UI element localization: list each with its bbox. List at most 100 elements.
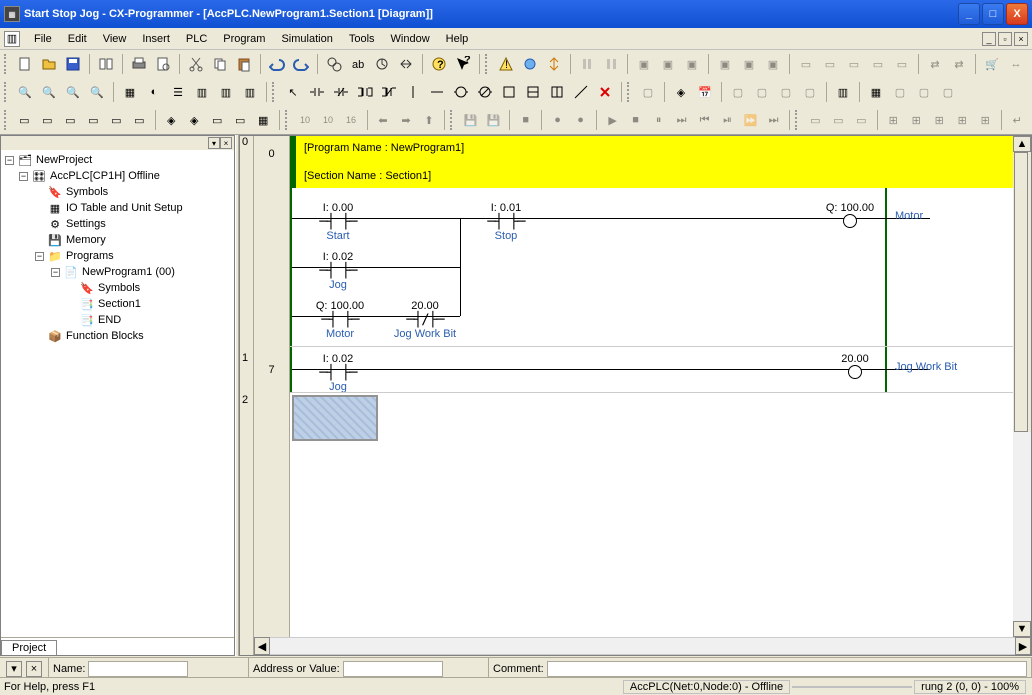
scroll-up-button[interactable]: ▲ — [1013, 136, 1031, 152]
tool-a7-button[interactable]: ▢ — [799, 81, 821, 103]
stop2-button[interactable]: ■ — [625, 109, 646, 131]
play-button[interactable]: ▶ — [602, 109, 623, 131]
menu-file[interactable]: File — [26, 31, 60, 47]
open-button[interactable] — [38, 53, 60, 75]
cross-ref-button[interactable] — [395, 53, 417, 75]
row-b1-button[interactable]: ▭ — [805, 109, 826, 131]
tool-a5-button[interactable]: ▢ — [751, 81, 773, 103]
view1-button[interactable]: ▥ — [191, 81, 213, 103]
project-tab[interactable]: Project — [1, 640, 57, 655]
stop-label[interactable]: Stop — [476, 230, 536, 242]
online-button[interactable] — [519, 53, 541, 75]
menu-simulation[interactable]: Simulation — [273, 31, 340, 47]
slot4-button[interactable]: ▭ — [867, 53, 889, 75]
nav3-button[interactable]: ⬆ — [418, 109, 439, 131]
num10b-button[interactable]: 10 — [318, 109, 339, 131]
slot2-button[interactable]: ▭ — [819, 53, 841, 75]
stop-button[interactable]: ■ — [515, 109, 536, 131]
scroll-down-button[interactable]: ▼ — [1013, 621, 1031, 637]
row-b2-button[interactable]: ▭ — [828, 109, 849, 131]
win6-button[interactable]: ▭ — [129, 109, 150, 131]
row-b8-button[interactable]: ⊞ — [975, 109, 996, 131]
upload-button[interactable]: ▣ — [633, 53, 655, 75]
zoom-out-button[interactable]: 🔍 — [38, 81, 60, 103]
sidebar-dock-button[interactable]: ▾ — [208, 137, 220, 149]
help-button[interactable]: ? — [428, 53, 450, 75]
tree-programs[interactable]: Programs — [66, 250, 114, 262]
prog4-button[interactable]: ▭ — [230, 109, 251, 131]
fb3-button[interactable] — [546, 81, 568, 103]
tool-a2-button[interactable]: ◈ — [670, 81, 692, 103]
line-tool-button[interactable] — [570, 81, 592, 103]
toggle1-button[interactable]: ◐ — [143, 81, 165, 103]
paste-button[interactable] — [233, 53, 255, 75]
row-b7-button[interactable]: ⊞ — [952, 109, 973, 131]
nav1-button[interactable]: ⬅ — [372, 109, 393, 131]
tree-iotable[interactable]: IO Table and Unit Setup — [66, 202, 183, 214]
list-button[interactable]: ☰ — [167, 81, 189, 103]
jogwb-contact-label[interactable]: Jog Work Bit — [385, 328, 465, 340]
row-b3-button[interactable]: ▭ — [851, 109, 872, 131]
tree-section1[interactable]: Section1 — [98, 298, 141, 310]
net2-button[interactable]: ⇄ — [948, 53, 970, 75]
cut-button[interactable] — [185, 53, 207, 75]
menu-help[interactable]: Help — [438, 31, 477, 47]
coil-nc-button[interactable] — [474, 81, 496, 103]
name-input[interactable] — [88, 661, 188, 677]
pause2-button[interactable]: ⏸ — [648, 109, 669, 131]
project-tree[interactable]: −🗂NewProject −🎛AccPLC[CP1H] Offline 🔖Sym… — [1, 150, 234, 637]
scroll-left-button[interactable]: ◀ — [254, 637, 270, 655]
tool-a3-button[interactable]: 📅 — [694, 81, 716, 103]
mdi-restore-button[interactable]: ▫ — [998, 32, 1012, 46]
net3-button[interactable]: ↔ — [1005, 53, 1027, 75]
rec-button[interactable]: ● — [547, 109, 568, 131]
zoom-fit-button[interactable]: 🔍 — [62, 81, 84, 103]
view2-button[interactable]: ▥ — [215, 81, 237, 103]
delete-line-button[interactable] — [594, 81, 616, 103]
motor-contact-label[interactable]: Motor — [300, 328, 380, 340]
monitor1-button[interactable]: ▣ — [714, 53, 736, 75]
break-button[interactable] — [600, 53, 622, 75]
next-button[interactable]: ⏭ — [671, 109, 692, 131]
fb2-button[interactable] — [522, 81, 544, 103]
print-button[interactable] — [128, 53, 150, 75]
close-button[interactable]: X — [1006, 3, 1028, 25]
win1-button[interactable]: ▭ — [14, 109, 35, 131]
tool-a9-button[interactable]: ▦ — [865, 81, 887, 103]
monitor2-button[interactable]: ▣ — [738, 53, 760, 75]
entry-close-button[interactable]: × — [26, 661, 42, 677]
tool-a12-button[interactable]: ▢ — [937, 81, 959, 103]
row-b4-button[interactable]: ⊞ — [883, 109, 904, 131]
menu-insert[interactable]: Insert — [134, 31, 178, 47]
prog1-button[interactable]: ◈ — [161, 109, 182, 131]
warning-button[interactable]: ! — [495, 53, 517, 75]
win5-button[interactable]: ▭ — [106, 109, 127, 131]
win4-button[interactable]: ▭ — [83, 109, 104, 131]
save3-button[interactable]: 💾 — [483, 109, 504, 131]
tree-settings[interactable]: Settings — [66, 218, 106, 230]
zoom-100-button[interactable]: 🔍 — [86, 81, 108, 103]
selection-rect[interactable] — [292, 395, 378, 441]
menu-edit[interactable]: Edit — [60, 31, 95, 47]
menu-view[interactable]: View — [95, 31, 135, 47]
start-label[interactable]: Start — [308, 230, 368, 242]
horizontal-scrollbar[interactable]: ◀ ▶ — [254, 637, 1031, 655]
menu-program[interactable]: Program — [215, 31, 273, 47]
minimize-button[interactable]: _ — [958, 3, 980, 25]
zoom-in-button[interactable]: 🔍 — [14, 81, 36, 103]
prev-button[interactable]: ⏮ — [694, 109, 715, 131]
pause-button[interactable] — [576, 53, 598, 75]
rec2-button[interactable]: ● — [570, 109, 591, 131]
end-button[interactable]: ⏭ — [763, 109, 784, 131]
cart-button[interactable]: 🛒 — [981, 53, 1003, 75]
compare-online-button[interactable]: ▣ — [681, 53, 703, 75]
save-button[interactable] — [62, 53, 84, 75]
tree-symbols[interactable]: Symbols — [66, 186, 108, 198]
jogwb-coil-label[interactable]: Jog Work Bit — [895, 361, 985, 373]
horz-line-button[interactable] — [426, 81, 448, 103]
num16-button[interactable]: 16 — [341, 109, 362, 131]
menu-plc[interactable]: PLC — [178, 31, 215, 47]
goto-button[interactable] — [371, 53, 393, 75]
sidebar-close-button[interactable]: × — [220, 137, 232, 149]
fb-button[interactable] — [498, 81, 520, 103]
